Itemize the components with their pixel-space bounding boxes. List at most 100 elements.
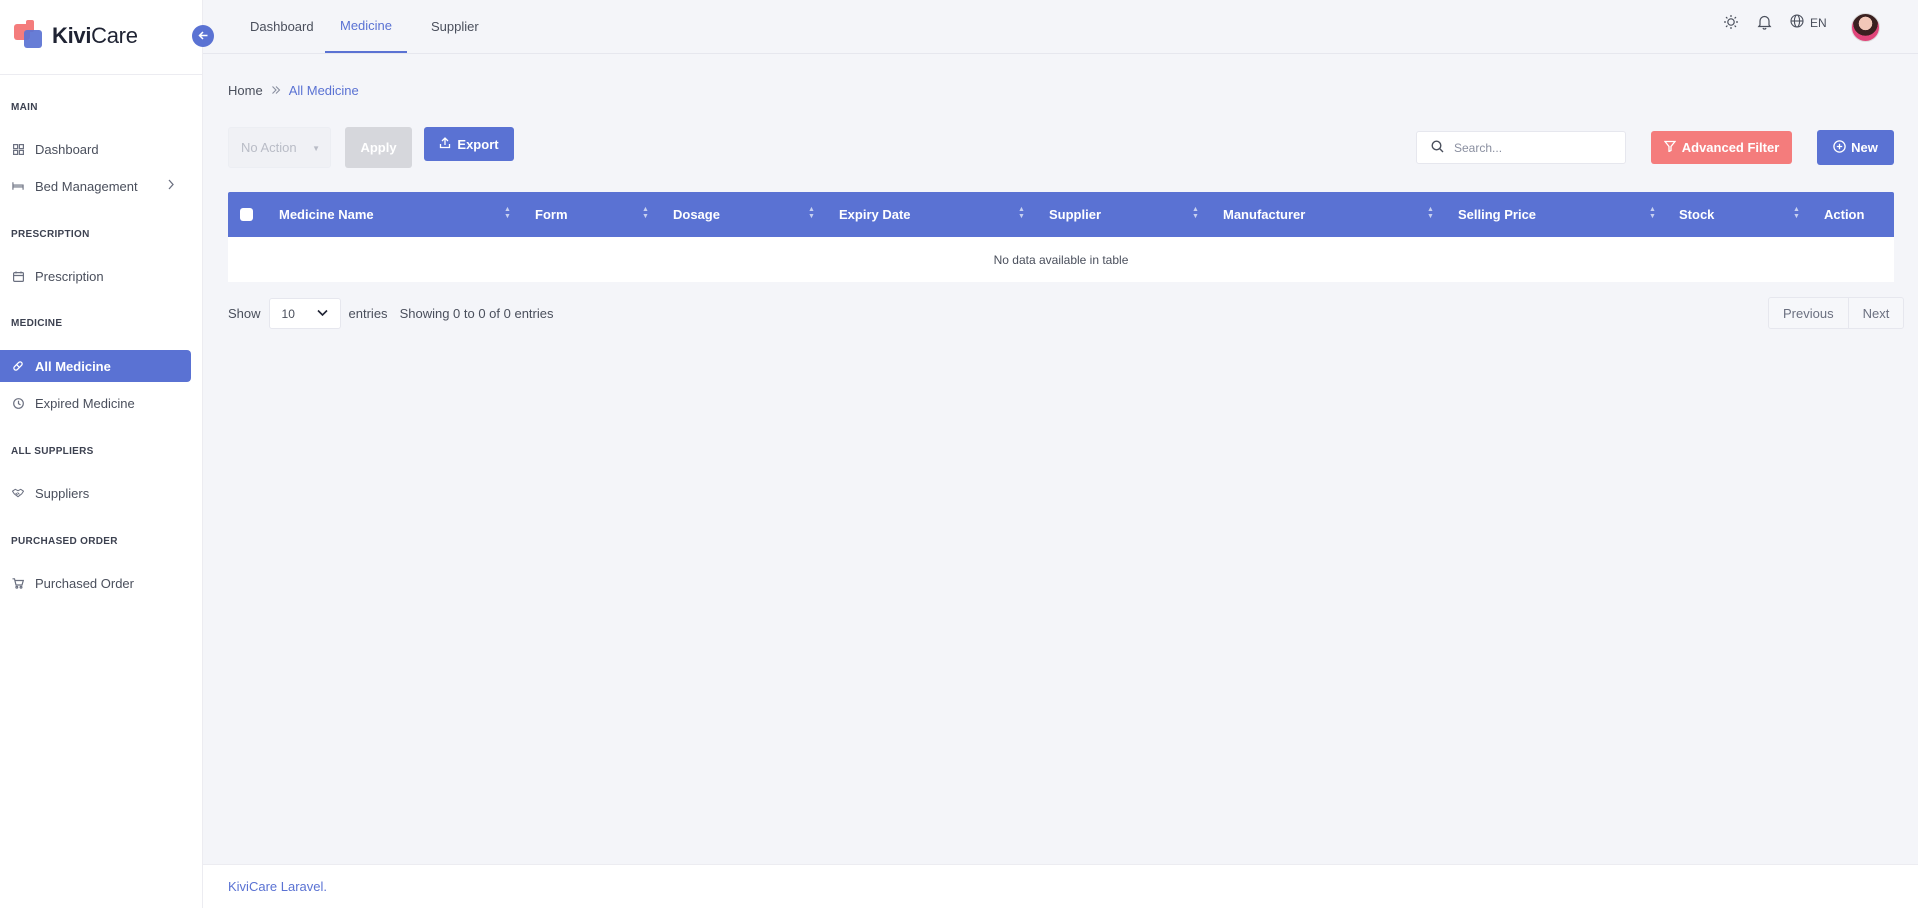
footer-link[interactable]: KiviCare Laravel.	[228, 879, 327, 894]
empty-table-row: No data available in table	[228, 237, 1894, 282]
search-box	[1416, 131, 1626, 164]
column-stock[interactable]: Stock	[1679, 192, 1714, 237]
pagination: Previous Next	[1768, 297, 1905, 329]
search-icon	[1431, 139, 1444, 156]
medicine-table: Medicine Name ▲ ▼ Form ▲ ▼ Dosage ▲ ▼ Expir…	[228, 192, 1894, 282]
section-title-prescription: PRESCRIPTION	[11, 229, 90, 240]
sort-icon: ▲ ▼	[1649, 206, 1656, 220]
language-label: EN	[1810, 15, 1827, 30]
sidebar-item-expired-medicine[interactable]: Expired Medicine	[0, 387, 191, 419]
footer: KiviCare Laravel.	[203, 864, 1918, 908]
chevron-right-icon	[167, 179, 175, 193]
sort-icon: ▲ ▼	[1793, 206, 1800, 220]
column-action: Action	[1824, 207, 1865, 222]
sort-icon: ▲ ▼	[1192, 206, 1199, 220]
pill-icon	[12, 360, 24, 372]
advanced-filter-label: Advanced Filter	[1681, 140, 1780, 155]
advanced-filter-button[interactable]: Advanced Filter	[1651, 131, 1792, 164]
column-manufacturer[interactable]: Manufacturer	[1223, 192, 1305, 237]
language-selector[interactable]: EN	[1790, 14, 1827, 31]
empty-table-message: No data available in table	[993, 252, 1129, 267]
caret-down-icon: ▼	[312, 144, 320, 153]
bed-icon	[12, 180, 24, 192]
sidebar-item-prescription[interactable]: Prescription	[0, 260, 191, 292]
sidebar-collapse-button[interactable]	[192, 25, 214, 47]
plus-circle-icon	[1833, 139, 1846, 156]
table-info: Showing 0 to 0 of 0 entries	[399, 306, 554, 321]
user-avatar[interactable]	[1851, 13, 1880, 42]
sort-icon: ▲ ▼	[1427, 206, 1434, 220]
section-title-purchased-order: PURCHASED ORDER	[11, 536, 118, 547]
column-expiry-date[interactable]: Expiry Date	[839, 192, 911, 237]
kivicare-logo-icon	[12, 20, 44, 52]
column-form[interactable]: Form	[535, 192, 568, 237]
upload-icon	[439, 136, 451, 152]
sidebar-item-label: Bed Management	[35, 178, 138, 194]
sidebar-item-purchased-order[interactable]: Purchased Order	[0, 567, 191, 599]
new-button[interactable]: New	[1817, 130, 1894, 165]
sidebar-item-label: Expired Medicine	[35, 395, 135, 411]
tab-supplier[interactable]: Supplier	[429, 0, 481, 53]
handshake-icon	[12, 487, 24, 499]
notifications-button[interactable]	[1757, 14, 1772, 33]
column-selling-price[interactable]: Selling Price	[1458, 192, 1536, 237]
chevron-down-icon	[316, 306, 328, 320]
select-all-checkbox[interactable]	[240, 208, 253, 221]
export-button[interactable]: Export	[424, 127, 514, 161]
sort-icon: ▲ ▼	[504, 206, 511, 220]
brand-name: KiviCare	[52, 23, 138, 48]
calendar-icon	[12, 270, 24, 282]
apply-button[interactable]: Apply	[345, 127, 412, 168]
search-input[interactable]	[1454, 140, 1604, 155]
cart-icon	[12, 577, 24, 589]
double-chevron-right-icon	[271, 84, 281, 98]
section-title-medicine: MEDICINE	[11, 318, 63, 329]
bulk-action-select[interactable]: No Action ▼	[228, 127, 331, 168]
breadcrumb-current: All Medicine	[288, 83, 359, 98]
tab-medicine[interactable]: Medicine	[325, 0, 407, 53]
column-medicine-name[interactable]: Medicine Name	[279, 192, 374, 237]
tab-dashboard[interactable]: Dashboard	[248, 0, 316, 53]
export-label: Export	[457, 136, 499, 152]
bulk-action-value: No Action	[241, 140, 297, 155]
sidebar-divider	[0, 74, 203, 75]
sidebar-item-label: Purchased Order	[35, 575, 134, 591]
sort-icon: ▲ ▼	[642, 206, 649, 220]
section-title-all-suppliers: ALL SUPPLIERS	[11, 446, 94, 457]
table-header: Medicine Name ▲ ▼ Form ▲ ▼ Dosage ▲ ▼ Expir…	[228, 192, 1894, 237]
sidebar-item-dashboard[interactable]: Dashboard	[0, 133, 191, 165]
breadcrumb: Home All Medicine	[228, 83, 359, 98]
theme-toggle[interactable]	[1723, 14, 1739, 33]
filter-icon	[1663, 140, 1677, 155]
new-label: New	[1851, 140, 1878, 155]
sort-icon: ▲ ▼	[1018, 206, 1025, 220]
previous-page-button[interactable]: Previous	[1769, 298, 1849, 328]
sidebar-item-suppliers[interactable]: Suppliers	[0, 477, 191, 509]
sidebar: KiviCare MAIN Dashboard Bed Management P…	[0, 0, 203, 908]
globe-icon	[1790, 14, 1804, 31]
breadcrumb-home[interactable]: Home	[228, 83, 263, 98]
next-page-button[interactable]: Next	[1849, 298, 1904, 328]
sort-icon: ▲ ▼	[808, 206, 815, 220]
section-title-main: MAIN	[11, 102, 38, 113]
show-label: Show	[228, 306, 261, 321]
top-navbar: Dashboard Medicine Supplier EN	[203, 0, 1918, 54]
sidebar-item-label: Suppliers	[35, 485, 90, 501]
sidebar-item-label: Prescription	[35, 268, 104, 284]
column-supplier[interactable]: Supplier	[1049, 192, 1101, 237]
sidebar-item-bed-management[interactable]: Bed Management	[0, 170, 191, 202]
column-dosage[interactable]: Dosage	[673, 192, 720, 237]
bell-icon	[1757, 14, 1772, 33]
grid-icon	[12, 143, 24, 155]
page-size-value: 10	[281, 306, 295, 321]
entries-label: entries	[348, 306, 388, 321]
sun-icon	[1723, 14, 1739, 33]
arrow-left-icon	[197, 29, 209, 44]
clock-icon	[12, 397, 24, 409]
sidebar-item-label: Dashboard	[35, 141, 99, 157]
brand-logo[interactable]: KiviCare	[12, 18, 138, 54]
page-size-select[interactable]: 10	[268, 298, 341, 329]
sidebar-item-all-medicine[interactable]: All Medicine	[0, 350, 191, 382]
sidebar-item-label: All Medicine	[35, 358, 111, 374]
table-length-control: Show 10 entries Showing 0 to 0 of 0 entr…	[228, 298, 554, 329]
